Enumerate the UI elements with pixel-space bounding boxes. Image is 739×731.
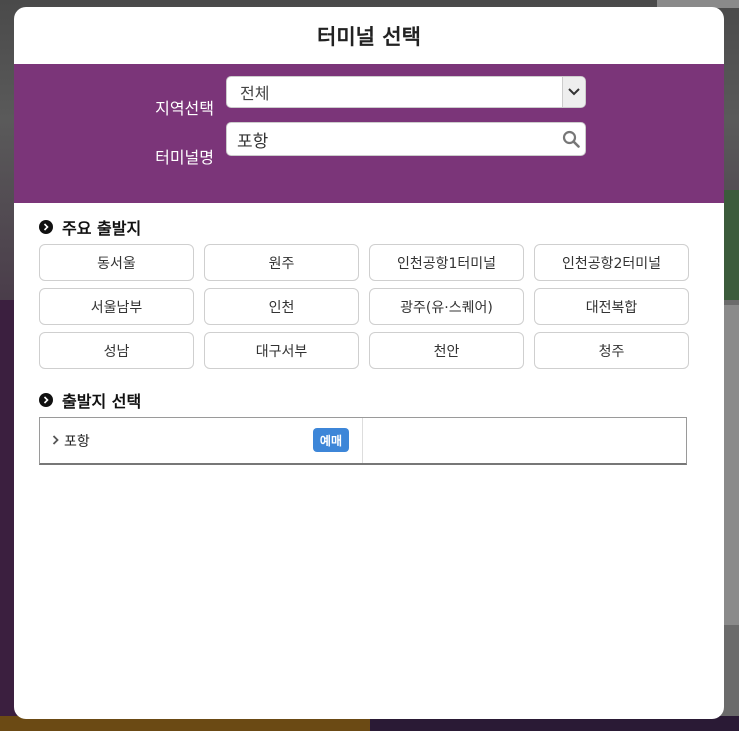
departure-button[interactable]: 원주 (204, 244, 359, 281)
search-icon[interactable] (557, 130, 585, 148)
departure-result-table: 포항 예매 (39, 417, 687, 465)
departure-button[interactable]: 천안 (369, 332, 524, 369)
terminal-select-modal: 터미널 선택 지역선택 전체 터미널명 주요 출발지 (14, 7, 724, 719)
departure-button[interactable]: 대전복합 (534, 288, 689, 325)
modal-title: 터미널 선택 (317, 24, 421, 49)
search-panel: 지역선택 전체 터미널명 (14, 64, 724, 203)
major-departures-grid: 동서울 원주 인천공항1터미널 인천공항2터미널 서울남부 인천 광주(유·스퀘… (39, 244, 699, 369)
backdrop-table (724, 305, 739, 625)
departure-button[interactable]: 청주 (534, 332, 689, 369)
chevron-right-icon (52, 434, 59, 448)
result-item[interactable]: 포항 예매 (40, 418, 363, 463)
departure-button[interactable]: 인천공항2터미널 (534, 244, 689, 281)
chevron-right-circle-icon (39, 220, 53, 234)
departure-button[interactable]: 동서울 (39, 244, 194, 281)
terminal-search-box[interactable] (226, 122, 586, 156)
chevron-down-icon[interactable] (562, 77, 585, 107)
major-departures-heading: 주요 출발지 (39, 215, 141, 239)
departure-button[interactable]: 성남 (39, 332, 194, 369)
terminal-search-input[interactable] (227, 128, 557, 150)
result-empty-cell (363, 418, 686, 463)
departure-button[interactable]: 서울남부 (39, 288, 194, 325)
backdrop-side-image (724, 190, 739, 300)
reserve-badge[interactable]: 예매 (312, 428, 349, 452)
terminal-label: 터미널명 (155, 148, 214, 167)
region-label: 지역선택 (155, 99, 214, 118)
departure-select-title: 출발지 선택 (62, 392, 142, 411)
result-item-name: 포항 (64, 433, 90, 450)
departure-button[interactable]: 대구서부 (204, 332, 359, 369)
region-select-value: 전체 (240, 84, 270, 103)
departure-button[interactable]: 인천 (204, 288, 359, 325)
departure-button[interactable]: 인천공항1터미널 (369, 244, 524, 281)
major-departures-title: 주요 출발지 (62, 219, 142, 238)
departure-button[interactable]: 광주(유·스퀘어) (369, 288, 524, 325)
region-select[interactable]: 전체 (226, 76, 586, 108)
departure-select-heading: 출발지 선택 (39, 388, 141, 412)
chevron-right-circle-icon (39, 393, 53, 407)
